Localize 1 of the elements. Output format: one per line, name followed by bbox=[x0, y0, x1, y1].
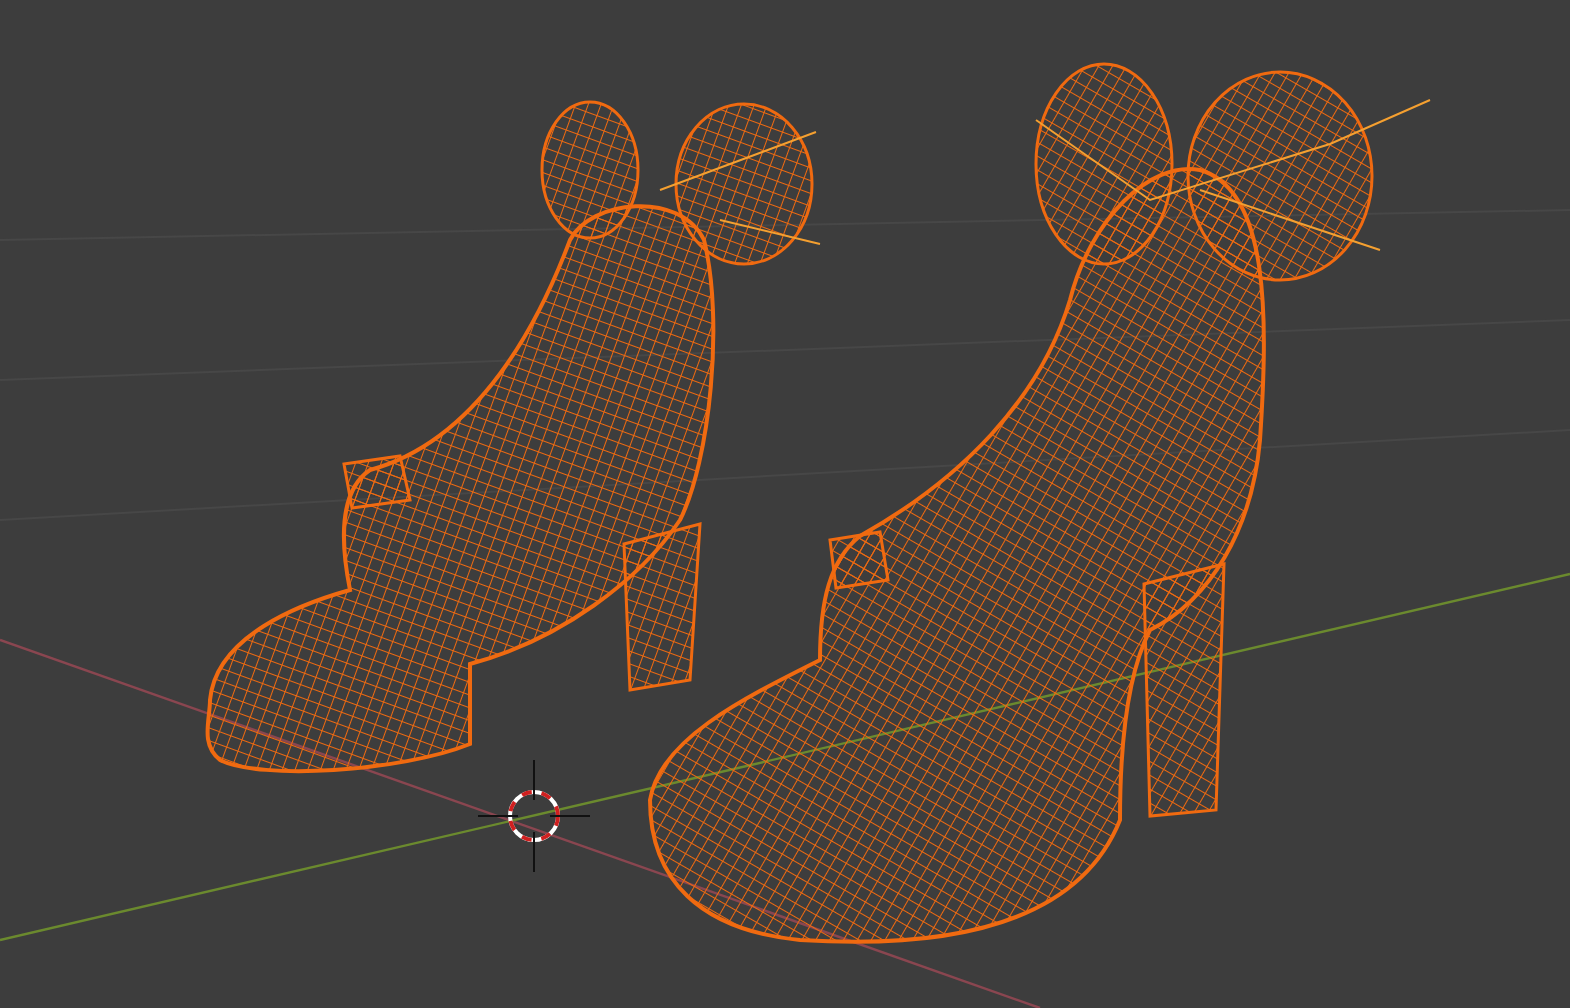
3d-cursor-icon bbox=[477, 759, 591, 873]
